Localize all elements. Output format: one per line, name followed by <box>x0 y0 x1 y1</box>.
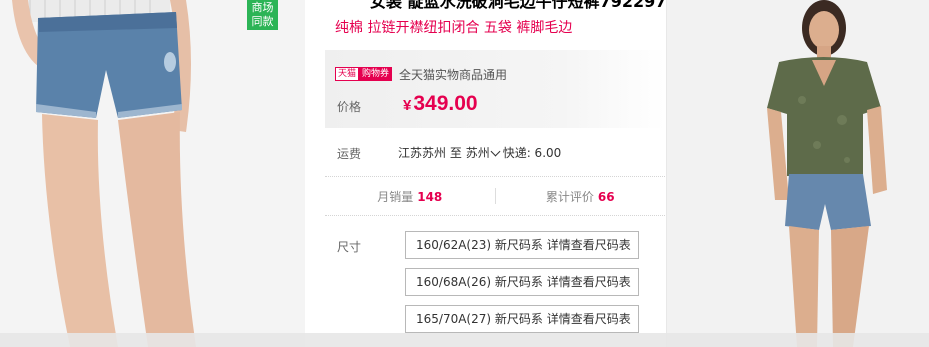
price-block: 天猫 购物券 全天猫实物商品通用 价格 ¥349.00 <box>325 50 665 128</box>
product-subtitle: 纯棉 拉链开襟纽扣闭合 五袋 裤脚毛边 <box>335 20 573 36</box>
coupon-tag: 购物券 <box>359 67 393 81</box>
tmall-tag: 天猫 <box>335 67 360 81</box>
size-option[interactable]: 160/68A(26) 新尺码系 详情查看尺码表 <box>405 268 639 296</box>
price-value: ¥349.00 <box>403 92 478 116</box>
badge-line-2: 同款 <box>251 15 274 28</box>
coupon-description: 全天猫实物商品通用 <box>399 68 508 82</box>
size-label: 尺寸 <box>337 240 362 254</box>
product-main-image[interactable]: 商场 同款 <box>0 0 305 347</box>
shipping-fee: 快递: 6.00 <box>502 146 562 160</box>
ship-from: 江苏苏州 <box>398 146 447 160</box>
product-side-image[interactable] <box>667 0 929 347</box>
monthly-sales-label: 月销量 <box>377 189 414 204</box>
model-photo <box>667 0 929 347</box>
tmall-coupon-tag[interactable]: 天猫 购物券 <box>335 67 393 81</box>
reviews-value: 66 <box>597 189 615 204</box>
shipping-info: 江苏苏州 至 苏州 快递: 6.00 <box>398 144 561 161</box>
size-option[interactable]: 160/62A(23) 新尺码系 详情查看尺码表 <box>405 231 639 259</box>
total-reviews[interactable]: 累计评价 66 <box>496 188 666 205</box>
product-title: 女装 靛蓝水洗破洞毛边牛仔短裤792297 <box>370 0 667 11</box>
chevron-down-icon <box>490 146 501 157</box>
price-amount: 349.00 <box>413 92 478 115</box>
sales-stats-bar: 月销量 148 累计评价 66 <box>325 176 665 216</box>
ship-to-selector[interactable]: 苏州 <box>466 146 503 160</box>
ship-to-city: 苏州 <box>465 146 490 160</box>
bottom-scroll-shadow <box>0 333 929 347</box>
denim-shorts-photo <box>0 0 305 347</box>
mall-same-style-badge: 商场 同款 <box>247 0 278 30</box>
product-info-panel: 女装 靛蓝水洗破洞毛边牛仔短裤792297 纯棉 拉链开襟纽扣闭合 五袋 裤脚毛… <box>325 0 666 347</box>
monthly-sales: 月销量 148 <box>325 188 495 205</box>
ship-to-word: 至 <box>449 146 462 160</box>
shipping-label: 运费 <box>337 147 362 161</box>
monthly-sales-value: 148 <box>417 189 443 204</box>
reviews-label: 累计评价 <box>545 189 594 204</box>
badge-line-1: 商场 <box>251 1 274 14</box>
price-label: 价格 <box>337 100 362 114</box>
currency-symbol: ¥ <box>403 97 412 114</box>
size-option[interactable]: 165/70A(27) 新尺码系 详情查看尺码表 <box>405 305 639 333</box>
